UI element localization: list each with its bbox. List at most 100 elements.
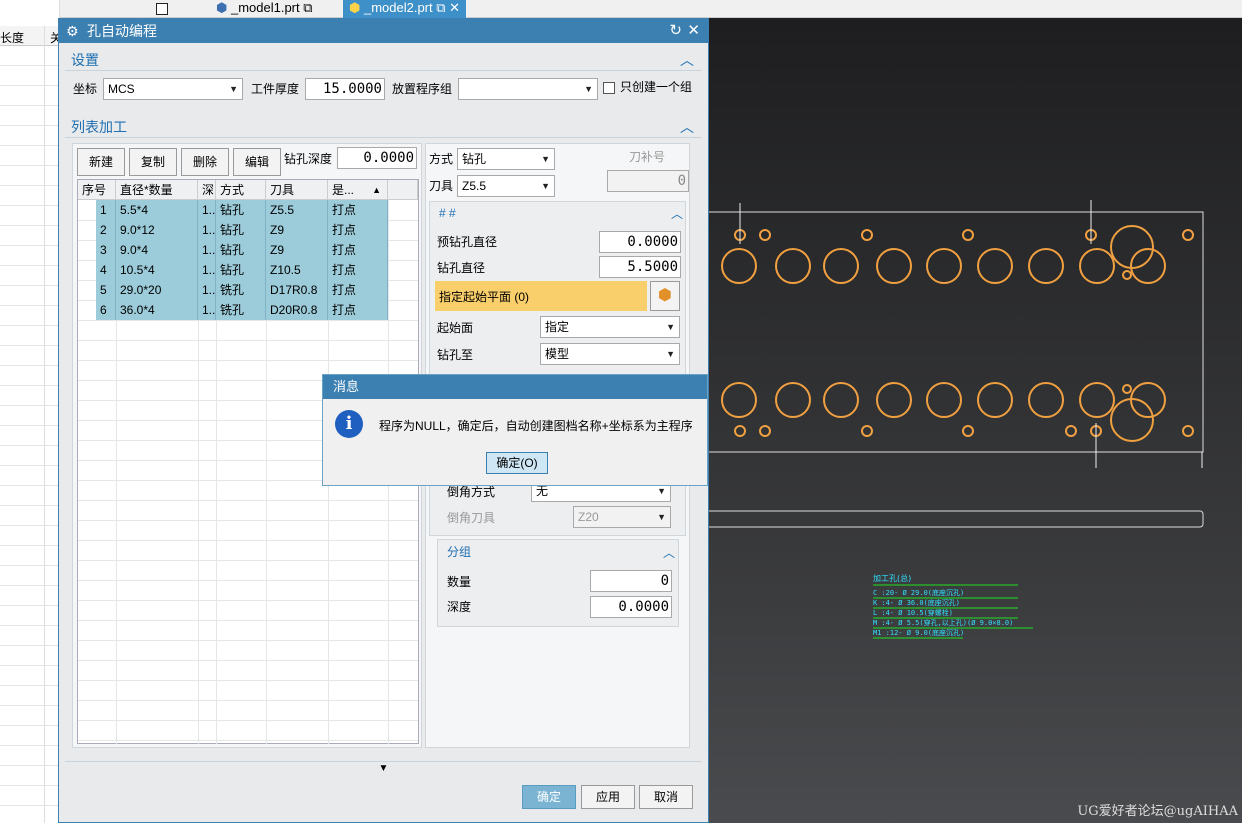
table-row[interactable]: 5 29.0*20 1.. 铣孔 D17R0.8 打点 (78, 280, 418, 300)
drill-diameter-input[interactable]: 5.5000 (599, 256, 681, 278)
table-cell-d: 1.. (198, 240, 216, 260)
delete-button[interactable]: 删除 (181, 148, 229, 176)
table-row[interactable]: 6 36.0*4 1.. 铣孔 D20R0.8 打点 (78, 300, 418, 320)
table-row[interactable]: 1 5.5*4 1.. 钻孔 Z5.5 打点 (78, 200, 418, 220)
specify-start-plane-row[interactable]: 指定起始平面 (0) (435, 281, 647, 311)
count-input[interactable]: 0 (590, 570, 672, 592)
hole-table-row: L :4- Ø 10.5(穿螺栓) (873, 608, 953, 617)
table-cell-no: 4 (96, 260, 116, 280)
drill-diameter-label: 钻孔直径 (437, 261, 486, 275)
table-cell-pt: 打点 (328, 200, 388, 220)
table-cell-dia: 29.0*20 (116, 280, 198, 300)
dialog-title-bar: ⚙ 孔自动编程 ↻ ✕ (59, 19, 708, 43)
table-cell-no: 1 (96, 200, 116, 220)
tool-comp-input[interactable]: 0 (607, 170, 689, 192)
hole-table-row: K :4- Ø 36.0(底座沉孔) (873, 598, 960, 607)
file-tab-bar: ⬢ _model1.prt ⧉ ⬢ _model2.prt ⧉ ✕ (60, 0, 1242, 18)
table-cell-tool: Z10.5 (266, 260, 328, 280)
collapse-icon[interactable]: ︿ (671, 205, 683, 222)
drill-to-select[interactable]: 模型 ▼ (540, 343, 680, 365)
table-cell-dia: 10.5*4 (116, 260, 198, 280)
table-cell-d: 1.. (198, 260, 216, 280)
group-depth-label: 深度 (447, 600, 472, 614)
cancel-button[interactable]: 取消 (639, 785, 693, 809)
section-settings-header[interactable]: 设置 ︿ (65, 49, 702, 71)
predrill-label: 预钻孔直径 (437, 235, 498, 249)
column-header-mode[interactable]: 方式 (216, 180, 266, 200)
column-header-length: 长度 (0, 31, 25, 45)
tab-model2[interactable]: ⬢ _model2.prt ⧉ ✕ (343, 0, 467, 18)
info-icon: i (335, 410, 363, 438)
section-list-header[interactable]: 列表加工 ︿ (65, 116, 702, 138)
thickness-input[interactable]: 15.0000 (305, 78, 385, 100)
table-cell-d: 1.. (198, 220, 216, 240)
table-cell-tool: D20R0.8 (266, 300, 328, 320)
graphics-viewport[interactable]: 加工孔(总) C :20- Ø 29.0(底座沉孔) K :4- Ø 36.0(… (697, 18, 1242, 823)
table-row[interactable]: 4 10.5*4 1.. 钻孔 Z10.5 打点 (78, 260, 418, 280)
table-cell-tool: Z9 (266, 240, 328, 260)
message-ok-button[interactable]: 确定(O) (486, 452, 548, 474)
predrill-input[interactable]: 0.0000 (599, 231, 681, 253)
tool-label: 刀具 (429, 179, 454, 193)
reset-icon[interactable]: ↻ (669, 19, 682, 43)
table-cell-mode: 钻孔 (216, 260, 266, 280)
message-title: 消息 (323, 375, 707, 399)
hole-table-row: C :20- Ø 29.0(底座沉孔) (873, 588, 964, 597)
dropdown-arrow-icon: ▼ (584, 84, 593, 94)
table-cell-d: 1.. (198, 300, 216, 320)
hole-table-row: M1 :12- Ø 9.0(底座沉孔) (873, 628, 964, 637)
table-cell-dia: 36.0*4 (116, 300, 198, 320)
count-label: 数量 (447, 575, 472, 589)
column-header-point[interactable]: 是... ▲ (328, 180, 388, 200)
table-cell-no: 5 (96, 280, 116, 300)
group-header: 分组 (447, 545, 472, 559)
message-dialog: 消息 i 程序为NULL，确定后，自动创建图档名称+坐标系为主程序 确定(O) (322, 374, 708, 486)
table-row[interactable]: 3 9.0*4 1.. 钻孔 Z9 打点 (78, 240, 418, 260)
dropdown-arrow-icon: ▼ (541, 154, 550, 164)
drill-depth-input[interactable]: 0.0000 (337, 147, 417, 169)
coord-select[interactable]: MCS ▼ (103, 78, 243, 100)
group-depth-input[interactable]: 0.0000 (590, 596, 672, 618)
start-face-label: 起始面 (437, 321, 474, 335)
mode-label: 方式 (429, 152, 454, 166)
drill-params-header: # # (439, 206, 456, 220)
column-header-tool[interactable]: 刀具 (266, 180, 328, 200)
column-header-diameter[interactable]: 直径*数量 (116, 180, 198, 200)
hole-table-row: M :4- Ø 5.5(穿孔,以上孔)(Ø 9.0×8.0) (873, 618, 1013, 627)
chamfer-tool-select[interactable]: Z20 ▼ (573, 506, 671, 528)
sort-arrow-icon: ▲ (372, 185, 381, 195)
collapse-icon[interactable]: ︿ (680, 116, 694, 138)
table-row[interactable]: 2 9.0*12 1.. 钻孔 Z9 打点 (78, 220, 418, 240)
table-cell-tool: D17R0.8 (266, 280, 328, 300)
close-icon[interactable]: ✕ (687, 19, 700, 43)
program-group-select[interactable]: ▼ (458, 78, 598, 100)
dropdown-arrow-icon: ▼ (666, 349, 675, 359)
column-header-index[interactable]: 序号 (78, 180, 116, 200)
table-cell-mode: 钻孔 (216, 220, 266, 240)
window-icon[interactable] (156, 3, 168, 15)
only-one-group-label: 只创建一个组 (620, 80, 693, 94)
plane-cube-icon[interactable]: ⬢ (650, 281, 680, 311)
tab-model1[interactable]: ⬢ _model1.prt ⧉ (210, 0, 319, 18)
mode-select[interactable]: 钻孔 ▼ (457, 148, 555, 170)
only-one-group-checkbox[interactable] (603, 82, 615, 94)
dropdown-arrow-icon: ▼ (229, 84, 238, 94)
collapse-icon[interactable]: ︿ (680, 49, 694, 71)
tool-select[interactable]: Z5.5 ▼ (457, 175, 555, 197)
table-cell-dia: 9.0*4 (116, 240, 198, 260)
column-header-depth[interactable]: 深 (198, 180, 216, 200)
message-text: 程序为NULL，确定后，自动创建图档名称+坐标系为主程序 (379, 419, 693, 433)
table-cell-pt: 打点 (328, 300, 388, 320)
copy-button[interactable]: 复制 (129, 148, 177, 176)
dropdown-arrow-icon: ▼ (657, 512, 666, 522)
edit-button[interactable]: 编辑 (233, 148, 281, 176)
apply-button[interactable]: 应用 (581, 785, 635, 809)
ok-button[interactable]: 确定 (522, 785, 576, 809)
collapse-icon[interactable]: ︿ (663, 544, 675, 561)
spreadsheet-header: 长度 关 (0, 26, 62, 46)
new-button[interactable]: 新建 (77, 148, 125, 176)
table-cell-dia: 9.0*12 (116, 220, 198, 240)
expand-more-icon[interactable]: ▼ (65, 761, 702, 775)
start-face-select[interactable]: 指定 ▼ (540, 316, 680, 338)
table-cell-mode: 铣孔 (216, 280, 266, 300)
